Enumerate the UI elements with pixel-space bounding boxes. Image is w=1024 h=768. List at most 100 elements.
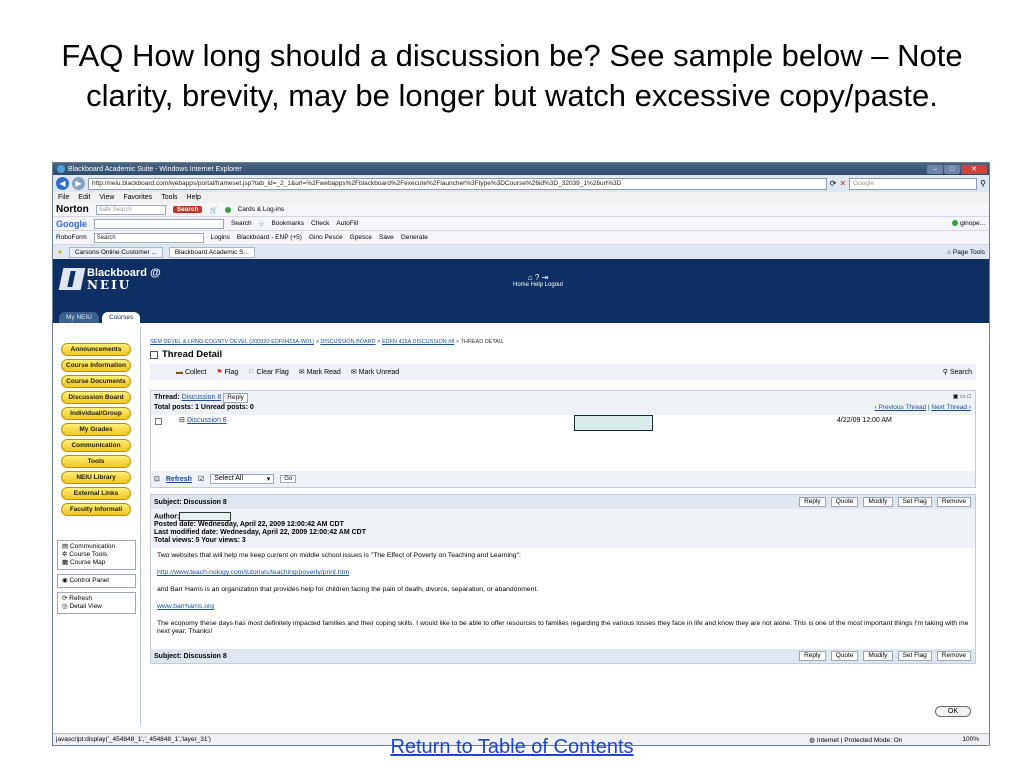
tool-communication[interactable]: Communication <box>70 543 115 550</box>
next-thread-link[interactable]: Next Thread › <box>931 404 971 411</box>
go-button[interactable]: Go <box>280 475 297 483</box>
tool-refresh[interactable]: Refresh <box>69 595 92 602</box>
select-all-dropdown[interactable]: Select All ▾ <box>210 474 275 484</box>
minimize-button[interactable]: – <box>927 164 943 174</box>
close-button[interactable]: ✕ <box>961 164 987 174</box>
home-icon[interactable]: ⌂ <box>528 273 533 282</box>
clear-flag-button[interactable]: ⚐ Clear Flag <box>248 368 289 376</box>
cart-icon[interactable]: 🛒 <box>209 206 217 214</box>
blackboard-logo[interactable]: Blackboard @ NEIU <box>58 267 161 291</box>
logout-icon[interactable]: ⇥ <box>542 273 549 282</box>
course-menu-individual-group[interactable]: Individual/Group <box>61 407 131 420</box>
tab-carsons[interactable]: Carsons Online Customer ... <box>68 246 163 258</box>
tool-course-tools[interactable]: Course Tools <box>69 551 107 558</box>
modify-button[interactable]: Modify <box>863 651 893 662</box>
menu-help[interactable]: Help <box>187 194 201 201</box>
thread-row-link[interactable]: Discussion 8 <box>187 417 227 424</box>
set-flag-button[interactable]: Set Flag <box>897 651 932 662</box>
remove-button[interactable]: Remove <box>936 497 971 507</box>
message-link-2[interactable]: www.barrharris.org <box>157 603 214 610</box>
menu-edit[interactable]: Edit <box>78 194 90 201</box>
course-menu-external-links[interactable]: External Links <box>61 487 131 500</box>
set-flag-button[interactable]: Set Flag <box>897 497 932 507</box>
return-to-toc-link[interactable]: Return to Table of Contents <box>0 736 1024 759</box>
refresh-icon[interactable]: ⟳ <box>830 179 837 188</box>
roboform-button[interactable]: RoboForm <box>56 234 87 241</box>
norton-search-button[interactable]: Search <box>172 206 203 213</box>
thread-name-link[interactable]: Discussion 8 <box>182 394 222 401</box>
top-links-labels[interactable]: Home Help Logout <box>513 282 563 288</box>
mark-read-button[interactable]: ✉ Mark Read <box>299 368 341 376</box>
maximize-pane-icon[interactable]: □ <box>967 394 971 400</box>
message-link-1[interactable]: http://www.teach-nology.com/tutorials/te… <box>157 569 349 576</box>
minimize-pane-icon[interactable]: ▭ <box>960 394 966 400</box>
tab-my-neiu[interactable]: My NEIU <box>59 312 99 323</box>
reply-button[interactable]: Reply <box>799 497 826 507</box>
address-bar[interactable]: http://neiu.blackboard.com/webapps/porta… <box>88 177 827 190</box>
browser-search-input[interactable]: Google <box>849 177 978 190</box>
home-icon[interactable]: ⌂ <box>947 249 951 256</box>
help-icon[interactable]: ? <box>535 273 539 282</box>
google-user[interactable]: ginope... <box>960 220 985 227</box>
save-button[interactable]: Save <box>379 234 394 241</box>
menu-tools[interactable]: Tools <box>161 194 177 201</box>
stop-icon[interactable]: ✕ <box>839 179 846 188</box>
previous-thread-link[interactable]: ‹ Previous Thread <box>875 404 927 411</box>
tab-courses[interactable]: Courses <box>102 312 141 323</box>
autofill-button[interactable]: AutoFill <box>336 220 358 227</box>
search-icon[interactable]: ⚲ <box>980 179 986 188</box>
maximize-button[interactable]: □ <box>944 164 960 174</box>
gino-pesce-button[interactable]: Gino Pesce <box>309 234 343 241</box>
back-button[interactable]: ◀ <box>56 177 69 190</box>
tool-control-panel[interactable]: Control Panel <box>69 577 108 584</box>
page-menu[interactable]: Page <box>953 249 968 256</box>
tools-menu[interactable]: Tools <box>970 249 985 256</box>
safe-search-input[interactable]: Safe Search <box>95 204 166 215</box>
quote-button[interactable]: Quote <box>830 651 859 662</box>
tab-blackboard[interactable]: Blackboard Academic S... <box>168 246 255 258</box>
bookmarks-button[interactable]: Bookmarks <box>271 220 304 227</box>
reply-button[interactable]: Reply <box>799 651 826 662</box>
google-search-button[interactable]: Search <box>231 220 252 227</box>
course-menu-my-grades[interactable]: My Grades <box>61 423 131 436</box>
refresh-link[interactable]: Refresh <box>166 476 192 483</box>
breadcrumb-course[interactable]: SEM DEVEL & LRNG:COGNTV DEVEL (200920-ED… <box>150 339 314 345</box>
menu-favorites[interactable]: Favorites <box>123 194 152 201</box>
check-button[interactable]: Check <box>311 220 329 227</box>
mark-unread-button[interactable]: ✉ Mark Unread <box>351 368 399 376</box>
course-menu-announcements[interactable]: Announcements <box>61 343 131 356</box>
favorites-star-icon[interactable]: ★ <box>57 248 63 256</box>
course-menu-communication[interactable]: Communication <box>61 439 131 452</box>
blackboard-enp-button[interactable]: Blackboard - ENP (+5) <box>237 234 302 241</box>
course-menu-tools[interactable]: Tools <box>61 455 131 468</box>
quote-button[interactable]: Quote <box>830 497 859 507</box>
roboform-search-input[interactable]: Search <box>93 232 204 243</box>
tool-course-map[interactable]: Course Map <box>70 559 105 566</box>
thread-reply-button[interactable]: Reply <box>223 393 248 403</box>
course-menu-course-documents[interactable]: Course Documents <box>61 375 131 388</box>
course-menu-discussion-board[interactable]: Discussion Board <box>61 391 131 404</box>
thread-search-button[interactable]: ⚲ Search <box>943 368 976 376</box>
flag-button[interactable]: ⚑ Flag <box>216 368 238 376</box>
remove-button[interactable]: Remove <box>936 651 971 662</box>
expand-icon[interactable]: ⊟ <box>179 416 185 424</box>
logins-button[interactable]: Logins <box>211 234 230 241</box>
thread-row-checkbox[interactable] <box>155 418 162 425</box>
ok-button[interactable]: OK <box>934 706 971 717</box>
forward-button[interactable]: ▶ <box>72 177 85 190</box>
menu-file[interactable]: File <box>58 194 69 201</box>
gpesce-button[interactable]: Gpesce <box>350 234 372 241</box>
google-search-input[interactable] <box>94 218 224 229</box>
breadcrumb-forum[interactable]: EDFN 415A DISCUSSION #8 <box>382 339 454 345</box>
cards-logins-button[interactable]: Cards & Log-ins <box>238 206 285 213</box>
breadcrumb-discussion-board[interactable]: DISCUSSION BOARD <box>320 339 375 345</box>
course-menu-course-information[interactable]: Course Information <box>61 359 131 372</box>
generate-button[interactable]: Generate <box>401 234 428 241</box>
modify-button[interactable]: Modify <box>863 497 893 507</box>
menu-view[interactable]: View <box>99 194 114 201</box>
collapse-icon[interactable]: ▣ <box>953 394 959 400</box>
collect-button[interactable]: ▬ Collect <box>176 369 206 376</box>
course-menu-neiu-library[interactable]: NEIU Library <box>61 471 131 484</box>
course-menu-faculty-information[interactable]: Faculty Informati <box>61 503 131 516</box>
tool-detail-view[interactable]: Detail View <box>69 603 101 610</box>
